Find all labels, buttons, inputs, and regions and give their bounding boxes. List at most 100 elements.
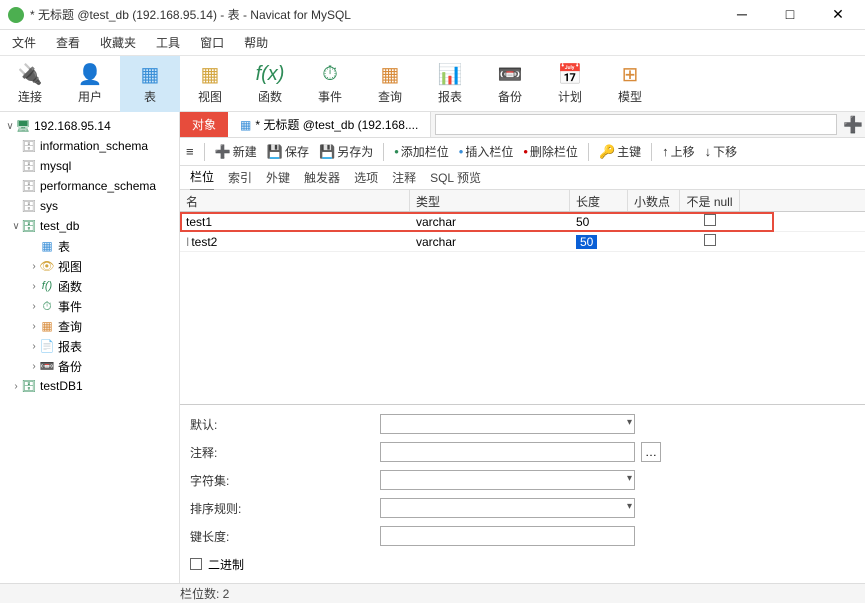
saveas-button[interactable]: 💾另存为 xyxy=(319,143,373,160)
menu-tools[interactable]: 工具 xyxy=(156,34,180,51)
tree-db-mysql[interactable]: 🗄mysql xyxy=(0,156,179,176)
tb-connect[interactable]: 🔌连接 xyxy=(0,56,60,112)
menubar: 文件 查看 收藏夹 工具 窗口 帮助 xyxy=(0,30,865,56)
menu-favorites[interactable]: 收藏夹 xyxy=(100,34,136,51)
tree-node-events[interactable]: ›⏱事件 xyxy=(0,296,179,316)
cell-len[interactable]: 50 xyxy=(570,213,628,231)
model-icon: ⊞ xyxy=(617,62,643,86)
prop-keylen-input[interactable] xyxy=(380,526,635,546)
insertfield-button[interactable]: •插入栏位 xyxy=(459,143,514,160)
moveup-button[interactable]: ↑上移 xyxy=(662,143,695,160)
cell-name[interactable]: Itest2 xyxy=(180,233,410,251)
fields-grid: 名 类型 长度 小数点 不是 null test1 varchar 50 Ite… xyxy=(180,190,865,404)
add-tab-button[interactable]: ➕ xyxy=(841,112,865,137)
subtab-comment[interactable]: 注释 xyxy=(392,165,416,190)
prop-default-input[interactable]: ▾ xyxy=(380,414,635,434)
tree-db-test-db[interactable]: ∨🗄test_db xyxy=(0,216,179,236)
prop-default-label: 默认: xyxy=(190,416,380,433)
backup-icon: 📼 xyxy=(40,359,54,373)
prop-charset-label: 字符集: xyxy=(190,472,380,489)
subtab-sqlpreview[interactable]: SQL 预览 xyxy=(430,165,481,190)
checkbox[interactable] xyxy=(704,214,716,226)
menu-button[interactable]: ≡ xyxy=(186,144,194,159)
tb-table[interactable]: ▦表 xyxy=(120,56,180,112)
movedown-button[interactable]: ↓下移 xyxy=(705,143,738,160)
prop-binary-checkbox[interactable] xyxy=(190,558,202,570)
cell-name[interactable]: test1 xyxy=(180,213,410,231)
tb-schedule[interactable]: 📅计划 xyxy=(540,56,600,112)
tree-db-performance-schema[interactable]: 🗄performance_schema xyxy=(0,176,179,196)
prop-comment-input[interactable] xyxy=(380,442,635,462)
tree-node-tables[interactable]: ▦表 xyxy=(0,236,179,256)
new-button[interactable]: ➕新建 xyxy=(215,143,257,160)
tb-report[interactable]: 📊报表 xyxy=(420,56,480,112)
prop-comment-more[interactable]: … xyxy=(641,442,661,462)
menu-view[interactable]: 查看 xyxy=(56,34,80,51)
primarykey-button[interactable]: 🔑主键 xyxy=(599,143,641,160)
query-icon: ▦ xyxy=(377,62,403,86)
tb-query[interactable]: ▦查询 xyxy=(360,56,420,112)
save-button[interactable]: 💾保存 xyxy=(267,143,309,160)
tree-db-testdb1[interactable]: ›🗄testDB1 xyxy=(0,376,179,396)
server-icon: 🖥 xyxy=(16,119,30,133)
main-toolbar: 🔌连接 👤用户 ▦表 ▦视图 f(x)函数 ⏱事件 ▦查询 📊报表 📼备份 📅计… xyxy=(0,56,865,112)
menu-help[interactable]: 帮助 xyxy=(244,34,268,51)
plug-icon: 🔌 xyxy=(17,62,43,86)
cell-notnull[interactable] xyxy=(680,212,740,231)
tb-view[interactable]: ▦视图 xyxy=(180,56,240,112)
subtab-fields[interactable]: 栏位 xyxy=(190,164,214,191)
prop-collation-input[interactable]: ▾ xyxy=(380,498,635,518)
tb-user[interactable]: 👤用户 xyxy=(60,56,120,112)
down-icon: ↓ xyxy=(705,144,712,159)
tree-node-backups[interactable]: ›📼备份 xyxy=(0,356,179,376)
cell-type[interactable]: varchar xyxy=(410,213,570,231)
checkbox[interactable] xyxy=(704,234,716,246)
tree-node-views[interactable]: ›👁视图 xyxy=(0,256,179,276)
prop-charset-input[interactable]: ▾ xyxy=(380,470,635,490)
subtab-trigger[interactable]: 触发器 xyxy=(304,165,340,190)
tb-backup[interactable]: 📼备份 xyxy=(480,56,540,112)
cell-dec[interactable] xyxy=(628,220,680,224)
cell-dec[interactable] xyxy=(628,240,680,244)
menu-file[interactable]: 文件 xyxy=(12,34,36,51)
status-fieldcount: 栏位数: 2 xyxy=(180,585,229,602)
tb-model[interactable]: ⊞模型 xyxy=(600,56,660,112)
tree-server[interactable]: ∨🖥192.168.95.14 xyxy=(0,116,179,136)
prop-keylen-label: 键长度: xyxy=(190,528,380,545)
minimize-button[interactable]: ─ xyxy=(727,6,757,23)
grid-row[interactable]: Itest2 varchar 50 xyxy=(180,232,865,252)
cell-len[interactable]: 50 xyxy=(570,233,628,251)
subtab-index[interactable]: 索引 xyxy=(228,165,252,190)
cell-type[interactable]: varchar xyxy=(410,233,570,251)
tree-db-information-schema[interactable]: 🗄information_schema xyxy=(0,136,179,156)
tb-event[interactable]: ⏱事件 xyxy=(300,56,360,112)
subtab-fk[interactable]: 外键 xyxy=(266,165,290,190)
grid-row[interactable]: test1 varchar 50 xyxy=(180,212,865,232)
hdr-dec[interactable]: 小数点 xyxy=(628,190,680,211)
tree-node-reports[interactable]: ›📄报表 xyxy=(0,336,179,356)
tb-function[interactable]: f(x)函数 xyxy=(240,56,300,112)
deletefield-button[interactable]: •删除栏位 xyxy=(523,143,578,160)
close-button[interactable]: ✕ xyxy=(823,6,853,23)
saveas-icon: 💾 xyxy=(319,144,335,160)
search-input[interactable] xyxy=(435,114,837,135)
maximize-button[interactable]: □ xyxy=(775,6,805,23)
hdr-name[interactable]: 名 xyxy=(180,190,410,211)
subtab-options[interactable]: 选项 xyxy=(354,165,378,190)
backup-icon: 📼 xyxy=(497,62,523,86)
tab-untitled[interactable]: ▦* 无标题 @test_db (192.168.... xyxy=(228,112,431,137)
tree-node-queries[interactable]: ›▦查询 xyxy=(0,316,179,336)
hdr-len[interactable]: 长度 xyxy=(570,190,628,211)
hdr-notnull[interactable]: 不是 null xyxy=(680,190,740,211)
function-icon: f(x) xyxy=(257,62,283,86)
grid-header: 名 类型 长度 小数点 不是 null xyxy=(180,190,865,212)
tree-db-sys[interactable]: 🗄sys xyxy=(0,196,179,216)
tab-objects[interactable]: 对象 xyxy=(180,112,228,137)
prop-binary-label: 二进制 xyxy=(208,556,244,573)
addfield-button[interactable]: •添加栏位 xyxy=(394,143,449,160)
cell-notnull[interactable] xyxy=(680,232,740,251)
hdr-type[interactable]: 类型 xyxy=(410,190,570,211)
command-bar: ≡ ➕新建 💾保存 💾另存为 •添加栏位 •插入栏位 •删除栏位 🔑主键 ↑上移… xyxy=(180,138,865,166)
menu-window[interactable]: 窗口 xyxy=(200,34,224,51)
tree-node-functions[interactable]: ›f()函数 xyxy=(0,276,179,296)
